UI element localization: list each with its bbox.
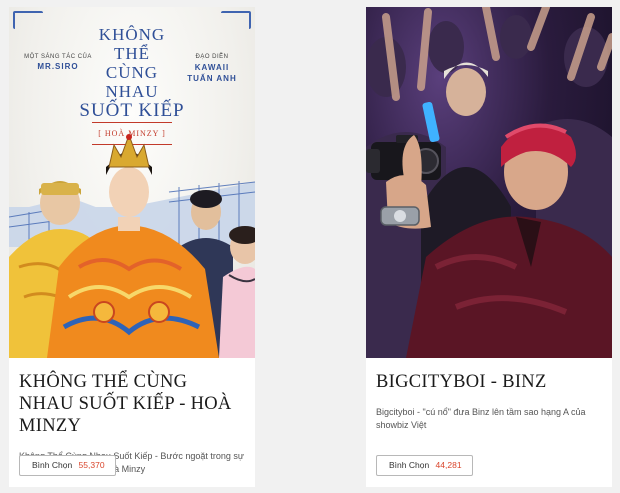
- vote-label: Bình Chọn: [32, 460, 73, 470]
- vote-button[interactable]: Bình Chọn 55,370: [19, 455, 116, 476]
- vote-button[interactable]: Bình Chọn 44,281: [376, 455, 473, 476]
- poster-artwork: [366, 7, 612, 358]
- song-title[interactable]: BIGCITYBOI - BINZ: [376, 371, 602, 393]
- song-poster[interactable]: [366, 7, 612, 358]
- song-description: Bigcityboi - "cú nổ" đưa Binz lên tầm sa…: [376, 407, 586, 430]
- song-poster[interactable]: MỘT SÁNG TÁC CỦA MR.SIRO ĐẠO DIỄN KAWAII…: [9, 7, 255, 358]
- vote-count: 44,281: [435, 460, 462, 470]
- vote-label: Bình Chọn: [389, 460, 430, 470]
- song-title[interactable]: KHÔNG THỂ CÙNG NHAU SUỐT KIẾP - HOÀ MINZ…: [19, 371, 245, 437]
- song-card[interactable]: MỘT SÁNG TÁC CỦA MR.SIRO ĐẠO DIỄN KAWAII…: [9, 7, 255, 487]
- song-card[interactable]: BIGCITYBOI - BINZ Bigcityboi - "cú nổ" đ…: [366, 7, 612, 487]
- poster-artwork: [9, 133, 255, 358]
- vote-count: 55,370: [78, 460, 105, 470]
